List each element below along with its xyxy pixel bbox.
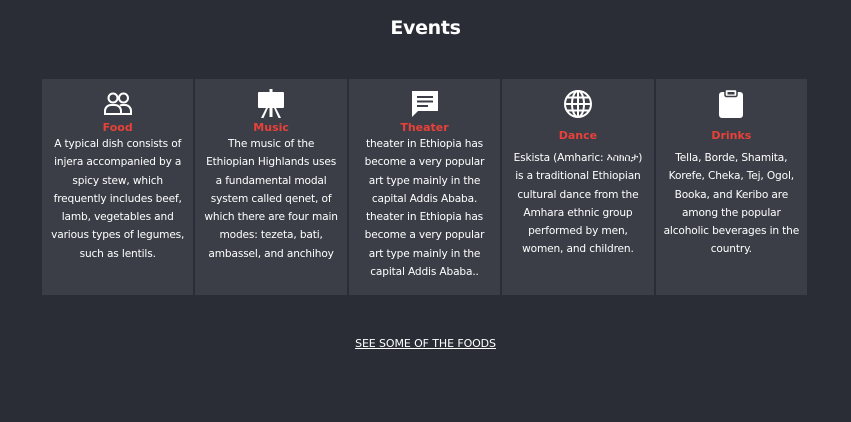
card-music: Music The music of the Ethiopian Highlan…: [195, 79, 347, 295]
see-foods-link-wrap: SEE SOME OF THE FOODS: [0, 332, 851, 351]
card-title-dance: Dance: [558, 129, 598, 142]
clipboard-icon: [718, 89, 744, 119]
card-text-theater: theater in Ethiopia has become a very po…: [364, 138, 485, 279]
section-title: Events: [390, 17, 461, 39]
card-title-theater: Theater: [400, 121, 449, 134]
event-cards: Food A typical dish consists of injera a…: [42, 79, 808, 295]
chat-icon: [410, 89, 440, 119]
card-dance: Dance Eskista (Amharic: እስክስታ) is a trad…: [502, 79, 654, 295]
card-title-food: Food: [102, 121, 133, 134]
events-page: Events Food A typical dish consists of i…: [0, 0, 851, 422]
card-title-music: Music: [253, 121, 289, 134]
see-foods-link[interactable]: SEE SOME OF THE FOODS: [355, 337, 496, 350]
people-icon: [103, 89, 133, 119]
card-title-drinks: Drinks: [711, 129, 752, 142]
card-text-dance: Eskista (Amharic: እስክስታ) is a traditiona…: [513, 152, 643, 256]
card-text-drinks: Tella, Borde, Shamita, Korefe, Cheka, Te…: [663, 152, 800, 256]
card-theater: Theater theater in Ethiopia has become a…: [348, 79, 501, 295]
card-text-food: A typical dish consists of injera accomp…: [51, 138, 185, 260]
card-drinks: Drinks Tella, Borde, Shamita, Korefe, Ch…: [655, 79, 808, 295]
easel-icon: [257, 89, 285, 119]
card-food: Food A typical dish consists of injera a…: [42, 79, 194, 295]
card-text-music: The music of the Ethiopian Highlands use…: [204, 138, 338, 260]
globe-icon: [563, 89, 593, 119]
